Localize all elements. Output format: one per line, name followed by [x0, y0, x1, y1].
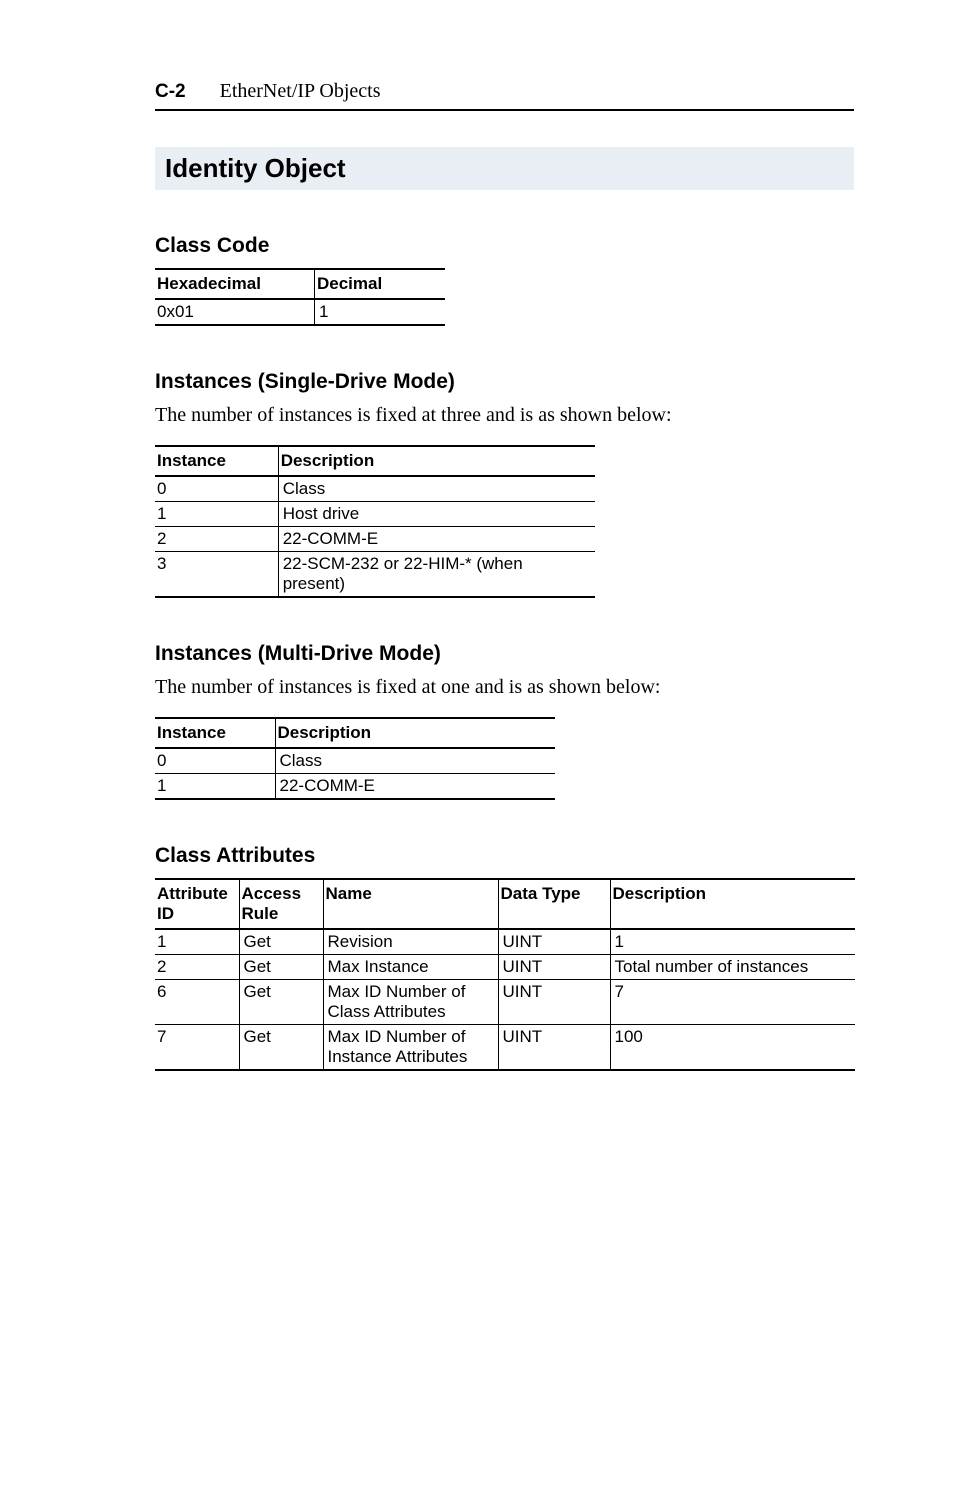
cell: 22-COMM-E: [278, 527, 595, 552]
table-header-row: Instance Description: [155, 718, 555, 748]
cell: 2: [155, 955, 239, 980]
class-code-table: Hexadecimal Decimal 0x01 1: [155, 268, 445, 326]
cell: 1: [155, 502, 278, 527]
cell: 6: [155, 980, 239, 1025]
cell: Class: [275, 748, 555, 774]
instances-multi-intro: The number of instances is fixed at one …: [155, 676, 854, 699]
cell: Host drive: [278, 502, 595, 527]
col-description: Description: [278, 446, 595, 476]
cell: 0x01: [155, 299, 315, 325]
cell: Total number of instances: [610, 955, 855, 980]
table-row: 2 22-COMM-E: [155, 527, 595, 552]
table-row: 2 Get Max Instance UINT Total number of …: [155, 955, 855, 980]
table-row: 7 Get Max ID Number of Instance Attribut…: [155, 1025, 855, 1071]
cell: Get: [239, 955, 323, 980]
cell: 0: [155, 748, 275, 774]
cell: 7: [155, 1025, 239, 1071]
page-content: C-2 EtherNet/IP Objects Identity Object …: [0, 0, 954, 1151]
cell: Get: [239, 980, 323, 1025]
cell: 1: [155, 774, 275, 800]
cell: Max ID Number of Class Attributes: [323, 980, 498, 1025]
cell: UINT: [498, 929, 610, 955]
col-decimal: Decimal: [315, 269, 446, 299]
col-description: Description: [275, 718, 555, 748]
table-row: 3 22-SCM-232 or 22-HIM-* (when present): [155, 552, 595, 598]
cell: 1: [610, 929, 855, 955]
instances-multi-table: Instance Description 0 Class 1 22-COMM-E: [155, 717, 555, 800]
cell: UINT: [498, 980, 610, 1025]
cell: 1: [315, 299, 446, 325]
col-description: Description: [610, 879, 855, 929]
instances-multi-heading: Instances (Multi-Drive Mode): [155, 642, 854, 666]
col-instance: Instance: [155, 718, 275, 748]
page-number: C-2: [155, 81, 186, 103]
instances-single-table: Instance Description 0 Class 1 Host driv…: [155, 445, 595, 598]
page-header-title: EtherNet/IP Objects: [220, 80, 381, 103]
cell: UINT: [498, 1025, 610, 1071]
instances-single-heading: Instances (Single-Drive Mode): [155, 370, 854, 394]
table-row: 1 Host drive: [155, 502, 595, 527]
cell: 100: [610, 1025, 855, 1071]
col-access-rule: Access Rule: [239, 879, 323, 929]
cell: Max Instance: [323, 955, 498, 980]
cell: Get: [239, 1025, 323, 1071]
section-title: Identity Object: [155, 147, 854, 190]
class-attributes-heading: Class Attributes: [155, 844, 854, 868]
instances-single-intro: The number of instances is fixed at thre…: [155, 404, 854, 427]
col-instance: Instance: [155, 446, 278, 476]
table-header-row: Hexadecimal Decimal: [155, 269, 445, 299]
cell: 1: [155, 929, 239, 955]
page-header: C-2 EtherNet/IP Objects: [155, 80, 854, 111]
class-attributes-table: Attribute ID Access Rule Name Data Type …: [155, 878, 855, 1071]
cell: 22-COMM-E: [275, 774, 555, 800]
table-row: 0x01 1: [155, 299, 445, 325]
col-attribute-id: Attribute ID: [155, 879, 239, 929]
table-row: 1 Get Revision UINT 1: [155, 929, 855, 955]
class-code-heading: Class Code: [155, 234, 854, 258]
cell: UINT: [498, 955, 610, 980]
col-hexadecimal: Hexadecimal: [155, 269, 315, 299]
cell: Max ID Number of Instance Attributes: [323, 1025, 498, 1071]
col-data-type: Data Type: [498, 879, 610, 929]
table-row: 0 Class: [155, 748, 555, 774]
cell: 7: [610, 980, 855, 1025]
col-name: Name: [323, 879, 498, 929]
cell: 3: [155, 552, 278, 598]
table-header-row: Instance Description: [155, 446, 595, 476]
cell: 2: [155, 527, 278, 552]
cell: Get: [239, 929, 323, 955]
cell: Revision: [323, 929, 498, 955]
table-row: 0 Class: [155, 476, 595, 502]
cell: 22-SCM-232 or 22-HIM-* (when present): [278, 552, 595, 598]
table-header-row: Attribute ID Access Rule Name Data Type …: [155, 879, 855, 929]
cell: 0: [155, 476, 278, 502]
table-row: 6 Get Max ID Number of Class Attributes …: [155, 980, 855, 1025]
table-row: 1 22-COMM-E: [155, 774, 555, 800]
cell: Class: [278, 476, 595, 502]
